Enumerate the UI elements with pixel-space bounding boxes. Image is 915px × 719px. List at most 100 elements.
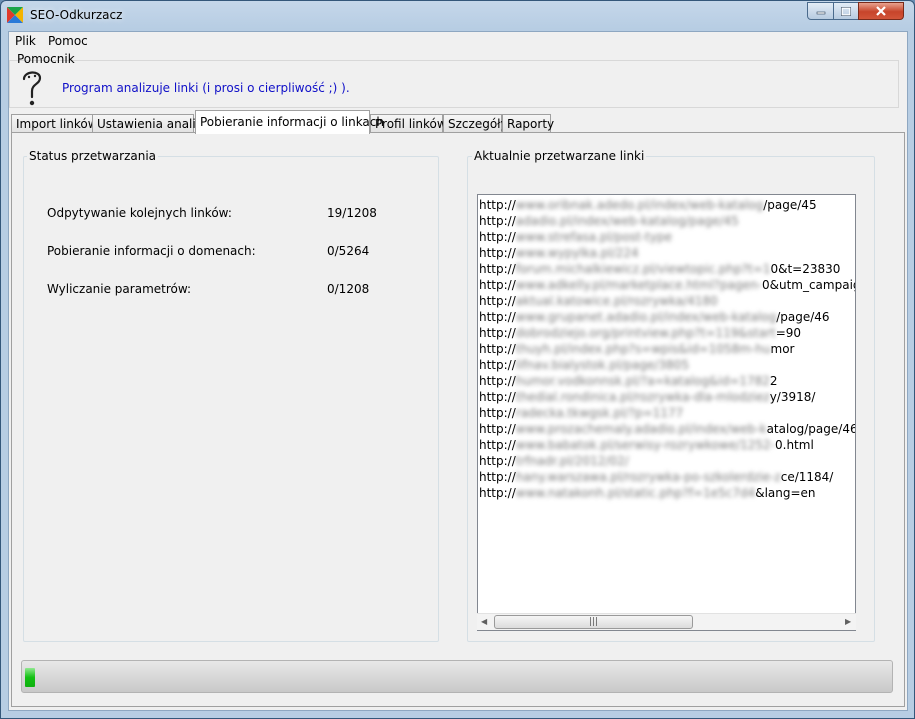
minimize-button[interactable] bbox=[807, 2, 834, 20]
link-line[interactable]: http://trfnadr.pl/2012/02/ bbox=[479, 453, 629, 469]
grip-icon: ||| bbox=[588, 617, 599, 627]
link-prefix: http:// bbox=[479, 486, 516, 500]
link-prefix: http:// bbox=[479, 454, 516, 468]
link-hidden-part: thedial.rondinica.pl/rozrywka-dla-mlodzi… bbox=[515, 390, 770, 404]
link-line[interactable]: http://www.strefasa.pl/post-type bbox=[479, 229, 672, 245]
link-hidden-part: humor.vodkonnsk.pl/?a=katalog&id=1782 bbox=[515, 374, 770, 388]
status-group bbox=[23, 156, 439, 642]
menu-pomoc[interactable]: Pomoc bbox=[48, 34, 88, 48]
link-prefix: http:// bbox=[479, 326, 516, 340]
link-suffix: /page/45 bbox=[763, 198, 817, 212]
link-suffix: y/3918/ bbox=[769, 390, 816, 404]
link-line[interactable]: http://www.natakonh.pl/static.php?f=1e5c… bbox=[479, 485, 816, 501]
link-hidden-part: www.prozachemaly.adadio.pl/index/web-k bbox=[515, 422, 767, 436]
link-suffix: /page/46 bbox=[776, 310, 830, 324]
link-line[interactable]: http://www.oribnak.adedo.pl/index/web-ka… bbox=[479, 197, 817, 213]
link-suffix: atalog/page/46 bbox=[766, 422, 856, 436]
status-label-params: Wyliczanie parametrów: bbox=[47, 282, 192, 296]
link-line[interactable]: http://adadio.pl/index/web-katalog/page/… bbox=[479, 213, 739, 229]
link-line[interactable]: http://lifnav.bialystok.pl/page/3805 bbox=[479, 357, 689, 373]
link-suffix: =90 bbox=[775, 326, 802, 340]
link-hidden-part: aktual.katowice.pl/rozrywka/4180 bbox=[515, 294, 718, 308]
link-line[interactable]: http://thedial.rondinica.pl/rozrywka-dla… bbox=[479, 389, 815, 405]
progress-bar bbox=[21, 660, 893, 693]
maximize-icon bbox=[841, 6, 851, 16]
tab-import-linkow[interactable]: Import linków bbox=[11, 114, 98, 133]
link-hidden-part: www.adkelly.pl/marketplace.html?pagen- bbox=[515, 278, 762, 292]
window-title: SEO-Odkurzacz bbox=[30, 8, 123, 22]
link-hidden-part: hany.warszawa.pl/rozrywka-po-szkolerdzie… bbox=[515, 470, 781, 484]
link-hidden-part: www.oribnak.adedo.pl/index/web-katalog bbox=[515, 198, 764, 212]
link-prefix: http:// bbox=[479, 214, 516, 228]
close-icon bbox=[876, 6, 886, 16]
link-prefix: http:// bbox=[479, 198, 516, 212]
menu-bar: Plik Pomoc bbox=[9, 32, 907, 50]
tab-pobieranie-informacji[interactable]: Pobieranie informacji o linkach bbox=[195, 110, 384, 134]
link-line[interactable]: http://dobrodziejo.org/printview.php?t=1… bbox=[479, 325, 801, 341]
status-value-params: 0/1208 bbox=[327, 282, 370, 296]
status-label-links: Odpytywanie kolejnych linków: bbox=[47, 206, 232, 220]
tab-szczegoly[interactable]: Szczegóły bbox=[443, 114, 508, 133]
horizontal-scrollbar[interactable]: ◀ ||| ▶ bbox=[477, 613, 856, 630]
close-button[interactable] bbox=[858, 2, 904, 20]
app-window: SEO-Odkurzacz Plik Pomoc Pomocnik Progra… bbox=[0, 0, 915, 719]
link-line[interactable]: http://www.grupanet.adadio.pl/index/web-… bbox=[479, 309, 830, 325]
link-suffix: ce/1184/ bbox=[780, 470, 834, 484]
client-area: Plik Pomoc Pomocnik Program analizuje li… bbox=[8, 31, 908, 711]
scroll-left-icon[interactable]: ◀ bbox=[481, 617, 487, 626]
link-prefix: http:// bbox=[479, 230, 516, 244]
link-prefix: http:// bbox=[479, 390, 516, 404]
link-line[interactable]: http://www.wypylka.pl/224 bbox=[479, 245, 639, 261]
link-hidden-part: lifnav.bialystok.pl/page/3805 bbox=[515, 358, 689, 372]
link-hidden-part: dobrodziejo.org/printview.php?t=119&star… bbox=[515, 326, 776, 340]
link-prefix: http:// bbox=[479, 310, 516, 324]
link-hidden-part: www.babatok.pl/serwisy-rozrywkowe/1252- bbox=[515, 438, 775, 452]
link-hidden-part: adadio.pl/index/web-katalog/page/45 bbox=[515, 214, 739, 228]
link-prefix: http:// bbox=[479, 294, 516, 308]
link-line[interactable]: http://www.babatok.pl/serwisy-rozrywkowe… bbox=[479, 437, 814, 453]
link-suffix: 2 bbox=[769, 374, 778, 388]
title-bar[interactable]: SEO-Odkurzacz bbox=[1, 1, 914, 31]
link-line[interactable]: http://hany.warszawa.pl/rozrywka-po-szko… bbox=[479, 469, 833, 485]
link-suffix: &lang=en bbox=[755, 486, 816, 500]
links-list[interactable]: http://www.oribnak.adedo.pl/index/web-ka… bbox=[477, 194, 856, 631]
question-mark-icon bbox=[22, 71, 42, 106]
status-value-links: 19/1208 bbox=[327, 206, 377, 220]
link-prefix: http:// bbox=[479, 438, 516, 452]
link-prefix: http:// bbox=[479, 342, 516, 356]
link-prefix: http:// bbox=[479, 278, 516, 292]
link-hidden-part: www.natakonh.pl/static.php?f=1e5c7d4 bbox=[515, 486, 756, 500]
menu-plik[interactable]: Plik bbox=[15, 34, 36, 48]
tab-raporty[interactable]: Raporty bbox=[502, 114, 554, 133]
helper-message: Program analizuje linki (i prosi o cierp… bbox=[62, 81, 350, 95]
tab-ustawienia-analizy[interactable]: Ustawienia analizy bbox=[92, 114, 209, 133]
link-line[interactable]: http://www.adkelly.pl/marketplace.html?p… bbox=[479, 277, 855, 293]
link-suffix: 0&t=23830 bbox=[770, 262, 841, 276]
link-hidden-part: forum.michalkiewicz.pl/viewtopic.php?t=1 bbox=[515, 262, 771, 276]
link-suffix: 0&utm_campaign=wic bbox=[761, 278, 855, 292]
maximize-button[interactable] bbox=[833, 2, 859, 20]
link-prefix: http:// bbox=[479, 422, 516, 436]
links-group-title: Aktualnie przetwarzane linki bbox=[472, 149, 647, 163]
link-line[interactable]: http://radecka.tkwgsk.pl/?p=1177 bbox=[479, 405, 683, 421]
link-prefix: http:// bbox=[479, 470, 516, 484]
link-prefix: http:// bbox=[479, 406, 516, 420]
link-hidden-part: thuyh.pl/index.php?s=wpis&id=1058m-hu bbox=[515, 342, 771, 356]
app-logo-icon bbox=[7, 7, 23, 23]
link-hidden-part: www.strefasa.pl/post-type bbox=[515, 230, 672, 244]
link-hidden-part: radecka.tkwgsk.pl/?p=1177 bbox=[515, 406, 684, 420]
status-label-domains: Pobieranie informacji o domenach: bbox=[47, 244, 256, 258]
link-hidden-part: www.grupanet.adadio.pl/index/web-katalog bbox=[515, 310, 777, 324]
link-prefix: http:// bbox=[479, 262, 516, 276]
link-line[interactable]: http://forum.michalkiewicz.pl/viewtopic.… bbox=[479, 261, 840, 277]
minimize-icon bbox=[816, 11, 825, 15]
link-line[interactable]: http://humor.vodkonnsk.pl/?a=katalog&id=… bbox=[479, 373, 778, 389]
link-line[interactable]: http://aktual.katowice.pl/rozrywka/4180 bbox=[479, 293, 718, 309]
link-line[interactable]: http://www.prozachemaly.adadio.pl/index/… bbox=[479, 421, 856, 437]
scroll-thumb[interactable]: ||| bbox=[494, 615, 693, 629]
link-prefix: http:// bbox=[479, 374, 516, 388]
progress-fill bbox=[25, 668, 35, 687]
scroll-right-icon[interactable]: ▶ bbox=[845, 617, 851, 626]
link-line[interactable]: http://thuyh.pl/index.php?s=wpis&id=1058… bbox=[479, 341, 794, 357]
link-hidden-part: trfnadr.pl/2012/02/ bbox=[515, 454, 629, 468]
